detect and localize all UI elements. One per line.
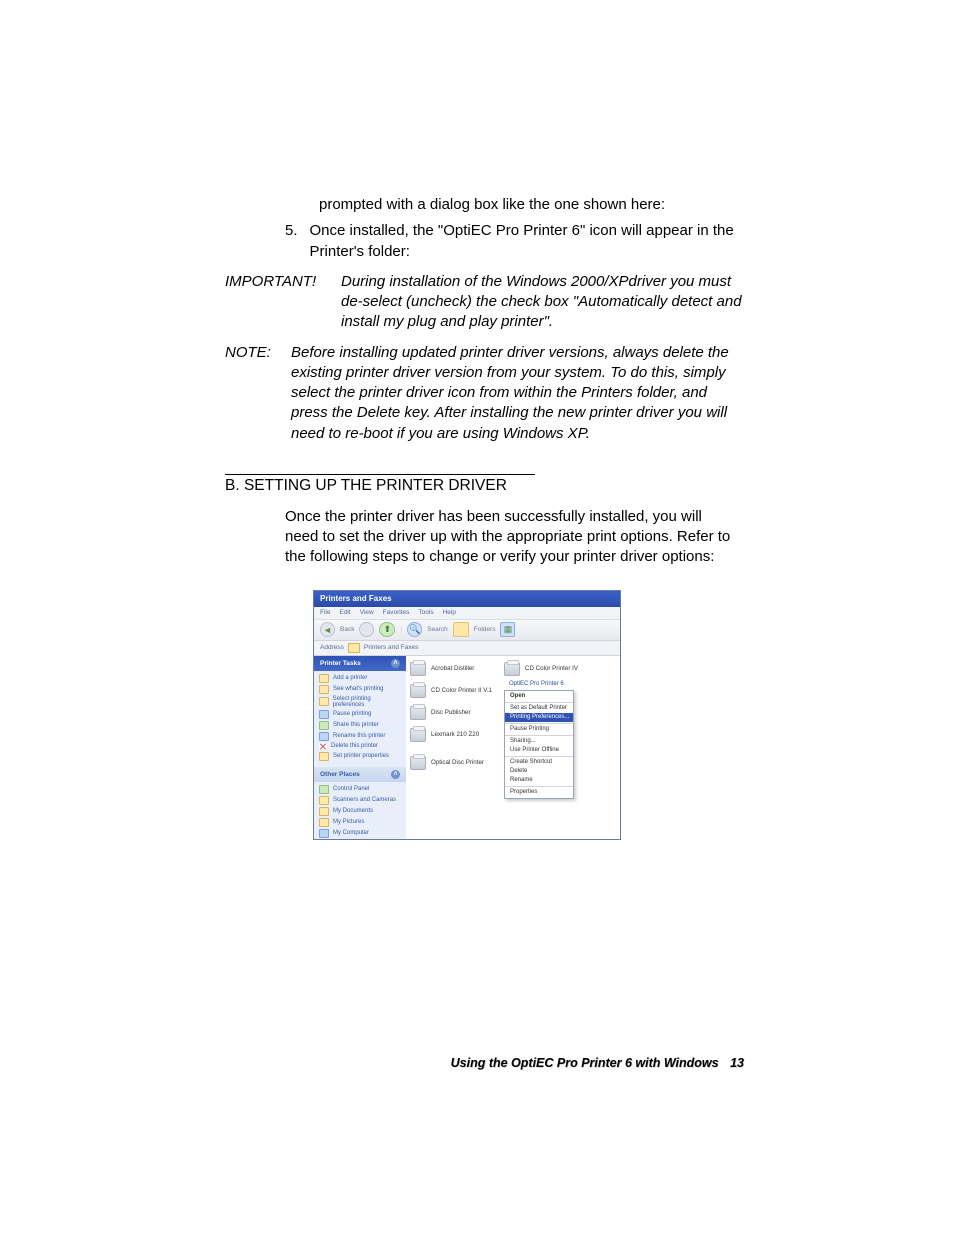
page-footer: Using the OptiEC Pro Printer 6 with Wind… — [451, 1056, 744, 1070]
printer-item[interactable]: Optical Disc Printer — [410, 756, 484, 770]
task-add-printer[interactable]: Add a printer — [319, 674, 401, 683]
other-places-panel: Other Places ˄ Control Panel Scanners an… — [314, 767, 406, 840]
ctx-offline[interactable]: Use Printer Offline — [505, 746, 573, 755]
menu-tools[interactable]: Tools — [418, 609, 433, 616]
back-icon[interactable]: ◄ — [320, 622, 335, 637]
continuation-text: prompted with a dialog box like the one … — [319, 195, 744, 215]
ctx-properties[interactable]: Properties — [505, 788, 573, 797]
menubar: File Edit View Favorites Tools Help — [314, 607, 620, 620]
note-block: NOTE: Before installing updated printer … — [225, 343, 744, 444]
page-number: 13 — [730, 1056, 744, 1070]
note-text: Before installing updated printer driver… — [291, 343, 744, 444]
up-icon[interactable]: ⬆ — [379, 622, 395, 637]
chevron-icon[interactable]: ˄ — [391, 659, 400, 668]
printer-icon — [504, 662, 520, 676]
chevron-icon[interactable]: ˄ — [391, 770, 400, 779]
ctx-pause[interactable]: Pause Printing — [505, 725, 573, 734]
menu-view[interactable]: View — [360, 609, 374, 616]
ctx-open[interactable]: Open — [505, 692, 573, 701]
printer-item[interactable]: Disc Publisher — [410, 706, 471, 720]
important-text: During installation of the Windows 2000/… — [341, 272, 744, 333]
task-sidebar: Printer Tasks ˄ Add a printer See what's… — [314, 656, 406, 840]
menu-favorites[interactable]: Favorites — [383, 609, 410, 616]
ctx-sharing[interactable]: Sharing... — [505, 737, 573, 746]
printer-tasks-panel: Printer Tasks ˄ Add a printer See what's… — [314, 656, 406, 767]
printer-item[interactable]: CD Color Printer II V.1 — [410, 684, 492, 698]
task-properties[interactable]: Set printer properties — [319, 752, 401, 761]
back-label[interactable]: Back — [340, 626, 354, 633]
printer-list-area: Acrobat Distiller CD Color Printer II V.… — [406, 656, 620, 840]
task-share[interactable]: Share this printer — [319, 721, 401, 730]
search-label[interactable]: Search — [427, 626, 448, 633]
important-label: IMPORTANT! — [225, 272, 335, 333]
task-pause[interactable]: Pause printing — [319, 710, 401, 719]
views-icon[interactable]: ▦ — [500, 622, 515, 637]
place-computer[interactable]: My Computer — [319, 829, 401, 838]
task-see-printing[interactable]: See what's printing — [319, 685, 401, 694]
menu-edit[interactable]: Edit — [339, 609, 350, 616]
other-places-header[interactable]: Other Places ˄ — [314, 767, 406, 782]
search-icon[interactable]: 🔍 — [407, 622, 422, 637]
selected-printer-label: OptiEC Pro Printer 6 — [509, 681, 564, 687]
printer-icon — [410, 684, 426, 698]
place-pictures[interactable]: My Pictures — [319, 818, 401, 827]
section-paragraph: Once the printer driver has been success… — [285, 507, 735, 568]
context-menu: Open Set as Default Printer Printing Pre… — [504, 690, 574, 799]
menu-file[interactable]: File — [320, 609, 330, 616]
printer-item[interactable]: Lexmark 210 Z20 — [410, 728, 479, 742]
step-number: 5. — [285, 221, 298, 262]
note-label: NOTE: — [225, 343, 285, 444]
step-text: Once installed, the "OptiEC Pro Printer … — [310, 221, 744, 262]
ctx-printing-preferences[interactable]: Printing Preferences... — [505, 713, 573, 722]
menu-help[interactable]: Help — [443, 609, 456, 616]
place-documents[interactable]: My Documents — [319, 807, 401, 816]
folders-icon[interactable] — [453, 622, 469, 637]
ctx-rename[interactable]: Rename — [505, 776, 573, 785]
task-rename[interactable]: Rename this printer — [319, 732, 401, 741]
footer-text: Using the OptiEC Pro Printer 6 with Wind… — [451, 1056, 719, 1070]
ctx-shortcut[interactable]: Create Shortcut — [505, 758, 573, 767]
step-list: 5. Once installed, the "OptiEC Pro Print… — [285, 221, 744, 262]
folders-label[interactable]: Folders — [474, 626, 496, 633]
printers-window: Printers and Faxes File Edit View Favori… — [313, 590, 621, 840]
address-label: Address — [320, 644, 344, 651]
toolbar: ◄ Back ⬆ | 🔍 Search Folders ▦ — [314, 620, 620, 641]
printer-tasks-header[interactable]: Printer Tasks ˄ — [314, 656, 406, 671]
printer-icon — [410, 706, 426, 720]
task-delete[interactable]: Delete this printer — [319, 743, 401, 750]
task-preferences[interactable]: Select printing preferences — [319, 696, 401, 708]
place-control-panel[interactable]: Control Panel — [319, 785, 401, 794]
forward-icon[interactable] — [359, 622, 374, 637]
important-note: IMPORTANT! During installation of the Wi… — [225, 272, 744, 333]
document-page: prompted with a dialog box like the one … — [0, 0, 954, 1235]
address-bar: Address Printers and Faxes — [314, 641, 620, 656]
place-scanners[interactable]: Scanners and Cameras — [319, 796, 401, 805]
ctx-set-default[interactable]: Set as Default Printer — [505, 704, 573, 713]
folder-icon — [348, 643, 360, 653]
printer-item[interactable]: Acrobat Distiller — [410, 662, 474, 676]
printer-icon — [410, 756, 426, 770]
printer-item-selected[interactable]: CD Color Printer IV — [504, 662, 578, 676]
window-titlebar: Printers and Faxes — [314, 591, 620, 607]
step-5: 5. Once installed, the "OptiEC Pro Print… — [285, 221, 744, 262]
printer-icon — [410, 662, 426, 676]
window-title: Printers and Faxes — [320, 594, 392, 603]
section-rule — [225, 474, 535, 475]
section-heading: B. SETTING UP THE PRINTER DRIVER — [225, 477, 744, 495]
content-area: Printer Tasks ˄ Add a printer See what's… — [314, 656, 620, 840]
printer-icon — [410, 728, 426, 742]
ctx-delete[interactable]: Delete — [505, 767, 573, 776]
address-value: Printers and Faxes — [364, 644, 419, 651]
